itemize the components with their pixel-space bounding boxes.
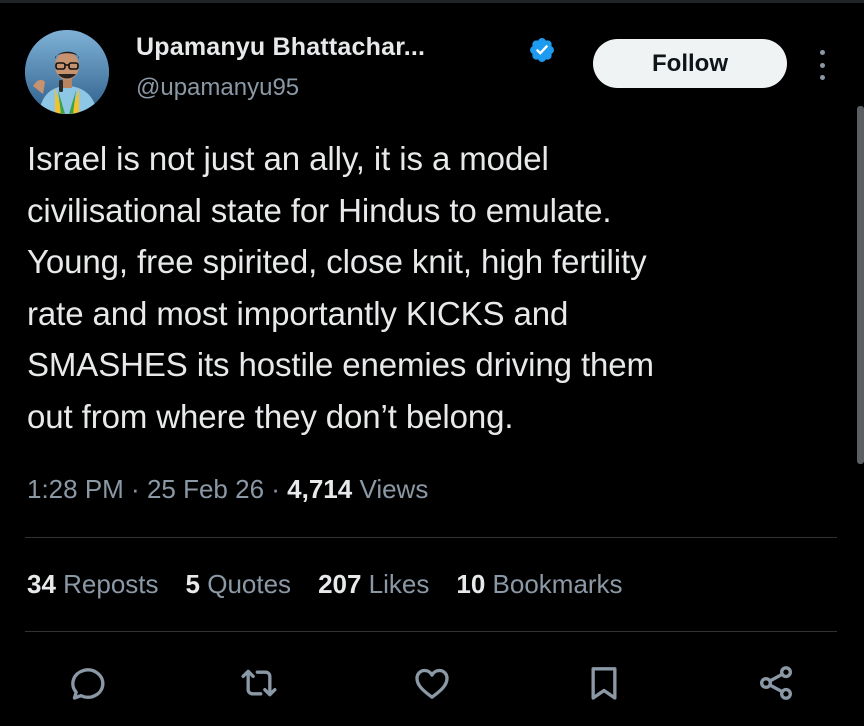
action-bar (0, 655, 864, 711)
bookmarks-stat[interactable]: 10 Bookmarks (456, 569, 622, 600)
more-vertical-icon[interactable] (812, 50, 832, 80)
reposts-stat[interactable]: 34 Reposts (27, 569, 159, 600)
likes-stat[interactable]: 207 Likes (318, 569, 429, 600)
views-count: 4,714 (287, 474, 353, 504)
quotes-label: Quotes (200, 569, 292, 599)
bookmark-icon (591, 667, 617, 700)
more-dot (819, 50, 825, 55)
meta-separator: · (123, 474, 147, 504)
top-edge (0, 0, 864, 3)
tweet-meta: 1:28 PM · 25 Feb 26 · 4,714 Views (27, 474, 428, 505)
divider (25, 537, 837, 538)
engagement-stats: 34 Reposts 5 Quotes 207 Likes 10 Bookmar… (27, 569, 623, 600)
meta-separator: · (264, 474, 288, 504)
scrollbar[interactable] (857, 106, 864, 464)
tweet-text: Israel is not just an ally, it is a mode… (27, 140, 654, 435)
reposts-label: Reposts (55, 569, 159, 599)
tweet-date[interactable]: 25 Feb 26 (147, 474, 264, 504)
tweet-time[interactable]: 1:28 PM (27, 474, 124, 504)
display-name[interactable]: Upamanyu Bhattachar... (136, 33, 425, 62)
reply-button[interactable] (59, 655, 115, 711)
quotes-stat[interactable]: 5 Quotes (186, 569, 292, 600)
bookmark-button[interactable] (576, 655, 632, 711)
like-button[interactable] (404, 655, 460, 711)
views-label: Views (352, 474, 429, 504)
like-icon (415, 668, 449, 699)
repost-button[interactable] (231, 655, 287, 711)
reposts-count: 34 (27, 569, 56, 599)
verified-badge-icon[interactable] (528, 36, 556, 64)
likes-label: Likes (361, 569, 430, 599)
bookmarks-label: Bookmarks (485, 569, 623, 599)
avatar[interactable] (25, 30, 109, 114)
likes-count: 207 (318, 569, 362, 599)
divider (25, 631, 837, 632)
profile-photo (25, 30, 109, 114)
follow-button[interactable]: Follow (593, 39, 787, 88)
share-button[interactable] (748, 655, 804, 711)
bookmarks-count: 10 (456, 569, 486, 599)
more-dot (819, 62, 825, 68)
author-handle[interactable]: @upamanyu95 (136, 74, 299, 102)
more-dot (819, 75, 825, 80)
quotes-count: 5 (185, 569, 200, 599)
reply-icon (71, 668, 105, 700)
repost-icon (241, 669, 277, 697)
share-icon (760, 666, 792, 700)
